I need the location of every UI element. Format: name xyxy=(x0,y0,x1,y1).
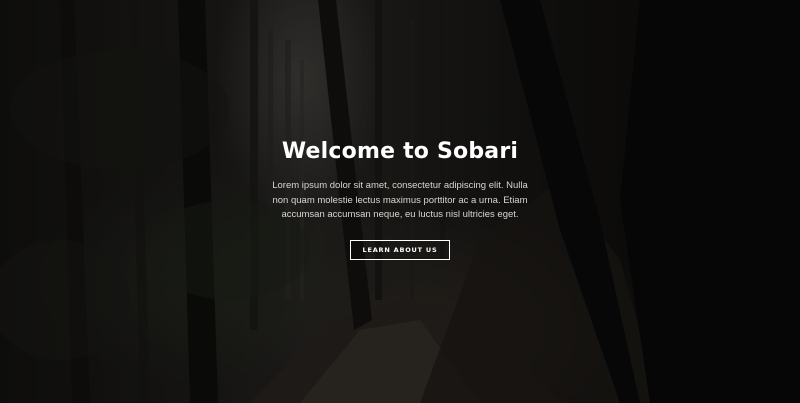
learn-about-us-button[interactable]: LEARN ABOUT US xyxy=(350,240,450,260)
hero-description: Lorem ipsum dolor sit amet, consectetur … xyxy=(272,180,528,220)
hero-title: Welcome to Sobari xyxy=(281,139,519,164)
hero-section: Welcome to Sobari Lorem ipsum dolor sit … xyxy=(0,0,800,403)
